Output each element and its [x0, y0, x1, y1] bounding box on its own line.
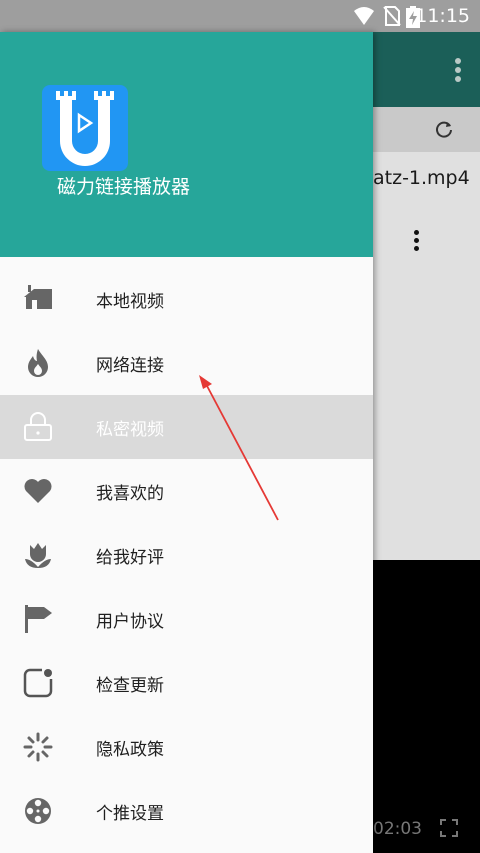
drawer-header: 磁力链接播放器 — [0, 32, 373, 257]
navigation-drawer: 磁力链接播放器 本地视频 网络连接 私密视频 我喜欢的 给我好评 用户协议 检查… — [0, 32, 373, 853]
background-file-list: atz-1.mp4 — [373, 152, 480, 560]
menu-item-label: 私密视频 — [96, 420, 164, 440]
background-video-player[interactable]: 02:03 — [373, 560, 480, 853]
fullscreen-icon[interactable] — [440, 819, 458, 837]
update-icon — [23, 668, 53, 698]
app-name: 磁力链接播放器 — [57, 176, 191, 198]
menu-item-favorites[interactable]: 我喜欢的 — [0, 459, 373, 523]
house-icon — [24, 285, 52, 309]
menu-item-label: 用户协议 — [96, 612, 164, 632]
menu-item-label: 隐私政策 — [96, 740, 164, 760]
heart-icon — [24, 479, 52, 503]
film-reel-icon — [25, 798, 51, 824]
menu-item-label: 检查更新 — [96, 676, 164, 696]
tulip-icon — [25, 543, 51, 568]
status-time: 11:15 — [415, 5, 470, 27]
menu-item-privacy-policy[interactable]: 隐私政策 — [0, 715, 373, 779]
flag-icon — [25, 605, 52, 633]
background-subbar — [373, 107, 480, 152]
status-bar: 11:15 — [0, 0, 480, 32]
video-duration: 02:03 — [373, 819, 422, 839]
menu-item-local-video[interactable]: 本地视频 — [0, 267, 373, 331]
file-name[interactable]: atz-1.mp4 — [373, 167, 470, 189]
menu-item-label: 给我好评 — [96, 548, 164, 568]
menu-item-user-agreement[interactable]: 用户协议 — [0, 587, 373, 651]
file-menu-icon[interactable] — [414, 230, 420, 254]
flame-icon — [28, 349, 48, 377]
drawer-menu: 本地视频 网络连接 私密视频 我喜欢的 给我好评 用户协议 检查更新 隐私政策 … — [0, 267, 373, 843]
refresh-icon[interactable] — [434, 119, 454, 139]
menu-item-label: 个推设置 — [96, 804, 164, 824]
background-toolbar — [373, 32, 480, 107]
menu-item-rate-us[interactable]: 给我好评 — [0, 523, 373, 587]
menu-item-label: 我喜欢的 — [96, 484, 164, 504]
no-sim-icon — [383, 6, 401, 26]
app-logo — [42, 85, 128, 171]
menu-item-push-settings[interactable]: 个推设置 — [0, 779, 373, 843]
spinner-icon — [23, 732, 53, 762]
menu-item-label: 本地视频 — [96, 292, 164, 312]
wifi-icon — [354, 7, 374, 25]
menu-item-network[interactable]: 网络连接 — [0, 331, 373, 395]
menu-item-check-update[interactable]: 检查更新 — [0, 651, 373, 715]
lock-icon — [24, 412, 52, 441]
menu-item-private-video[interactable]: 私密视频 — [0, 395, 373, 459]
more-vert-icon[interactable] — [454, 58, 462, 82]
menu-item-label: 网络连接 — [96, 356, 164, 376]
